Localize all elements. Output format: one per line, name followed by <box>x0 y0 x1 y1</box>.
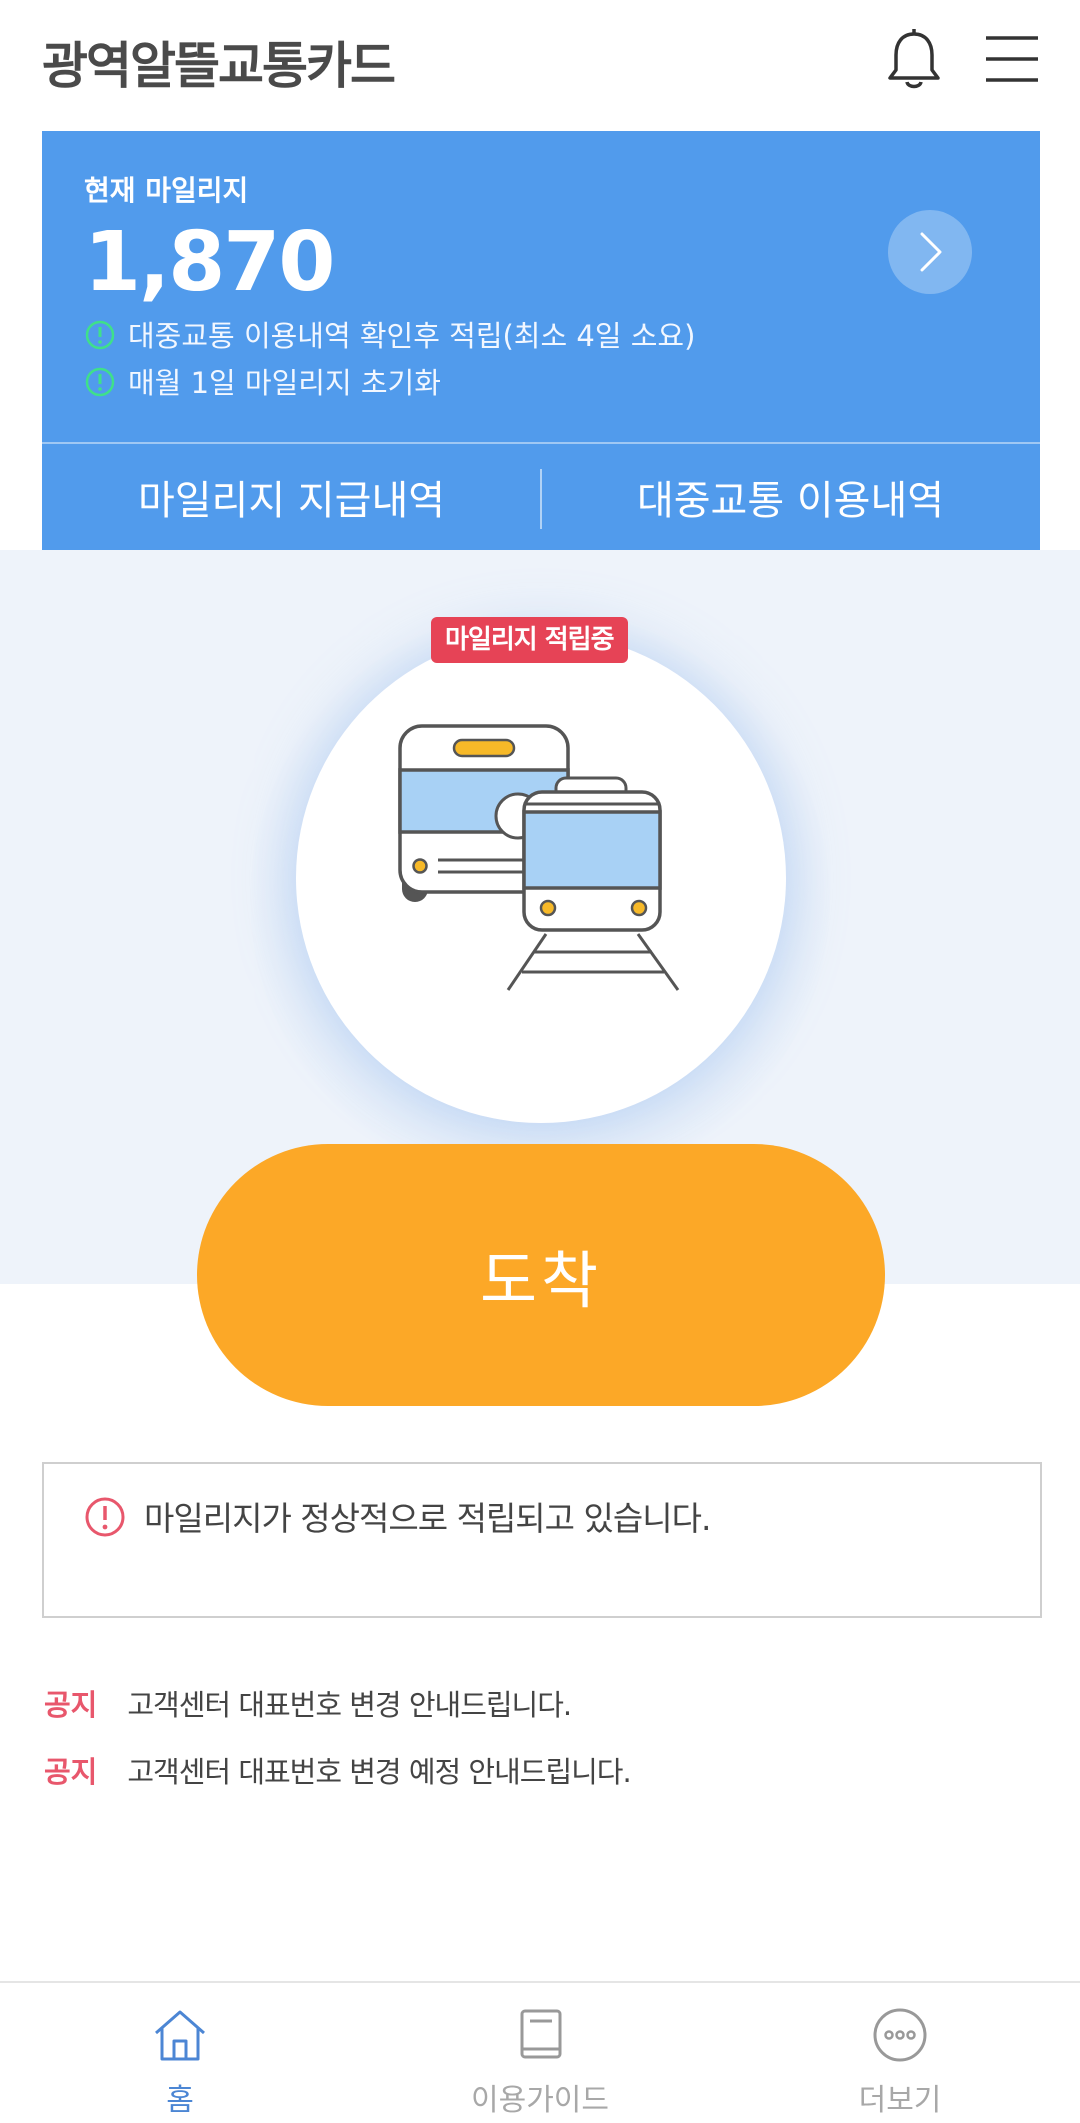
app-screen: 광역알뜰교통카드 현재 마일리지 1,870 대중교통 이용내역 확인후 적립(… <box>0 0 1080 2123</box>
mileage-value: 1,870 <box>84 215 335 310</box>
tab-mileage-history[interactable]: 마일리지 지급내역 <box>42 444 541 550</box>
info-text: 매월 1일 마일리지 초기화 <box>128 366 441 400</box>
notice-text: 고객센터 대표번호 변경 예정 안내드립니다. <box>127 1755 631 1789</box>
info-text: 대중교통 이용내역 확인후 적립(최소 4일 소요) <box>128 319 696 353</box>
status-message-box: 마일리지가 정상적으로 적립되고 있습니다. <box>42 1462 1042 1618</box>
status-badge: 마일리지 적립중 <box>431 617 628 663</box>
info-icon <box>85 320 115 350</box>
notice-item[interactable]: 공지 고객센터 대표번호 변경 예정 안내드립니다. <box>44 1749 632 1791</box>
bottom-nav: 홈 이용가이드 더보기 <box>0 1981 1080 2123</box>
nav-guide[interactable]: 이용가이드 <box>360 1983 720 2123</box>
mileage-label: 현재 마일리지 <box>84 174 249 207</box>
info-line: 대중교통 이용내역 확인후 적립(최소 4일 소요) <box>84 313 695 355</box>
mileage-card: 현재 마일리지 1,870 대중교통 이용내역 확인후 적립(최소 4일 소요)… <box>42 131 1040 550</box>
arrive-button[interactable]: 도착 <box>197 1144 885 1406</box>
notice-item[interactable]: 공지 고객센터 대표번호 변경 안내드립니다. <box>44 1682 572 1724</box>
app-header: 광역알뜰교통카드 <box>0 0 1080 131</box>
bus-and-train-icon <box>398 724 680 991</box>
notice-tag: 공지 <box>44 1755 98 1789</box>
book-icon <box>520 2009 562 2059</box>
home-icon <box>155 2010 205 2061</box>
tab-transit-history[interactable]: 대중교통 이용내역 <box>541 444 1040 550</box>
status-message-text: 마일리지가 정상적으로 적립되고 있습니다. <box>144 1499 711 1538</box>
bell-icon[interactable] <box>884 28 944 94</box>
notice-text: 고객센터 대표번호 변경 안내드립니다. <box>127 1688 572 1722</box>
chevron-right-icon <box>920 232 942 272</box>
nav-more[interactable]: 더보기 <box>720 1983 1080 2123</box>
nav-more-label: 더보기 <box>858 2083 942 2118</box>
mileage-detail-button[interactable] <box>888 210 972 294</box>
nav-home-label: 홈 <box>166 2083 194 2118</box>
info-icon <box>85 367 115 397</box>
app-title: 광역알뜰교통카드 <box>42 37 396 95</box>
nav-guide-label: 이용가이드 <box>471 2083 609 2118</box>
more-icon <box>873 2008 927 2062</box>
info-line: 매월 1일 마일리지 초기화 <box>84 360 441 402</box>
alert-icon <box>85 1497 125 1537</box>
mileage-tabs: 마일리지 지급내역 대중교통 이용내역 <box>42 444 1040 550</box>
nav-home[interactable]: 홈 <box>0 1983 360 2123</box>
hamburger-menu-icon[interactable] <box>984 34 1040 84</box>
notice-tag: 공지 <box>44 1688 98 1722</box>
